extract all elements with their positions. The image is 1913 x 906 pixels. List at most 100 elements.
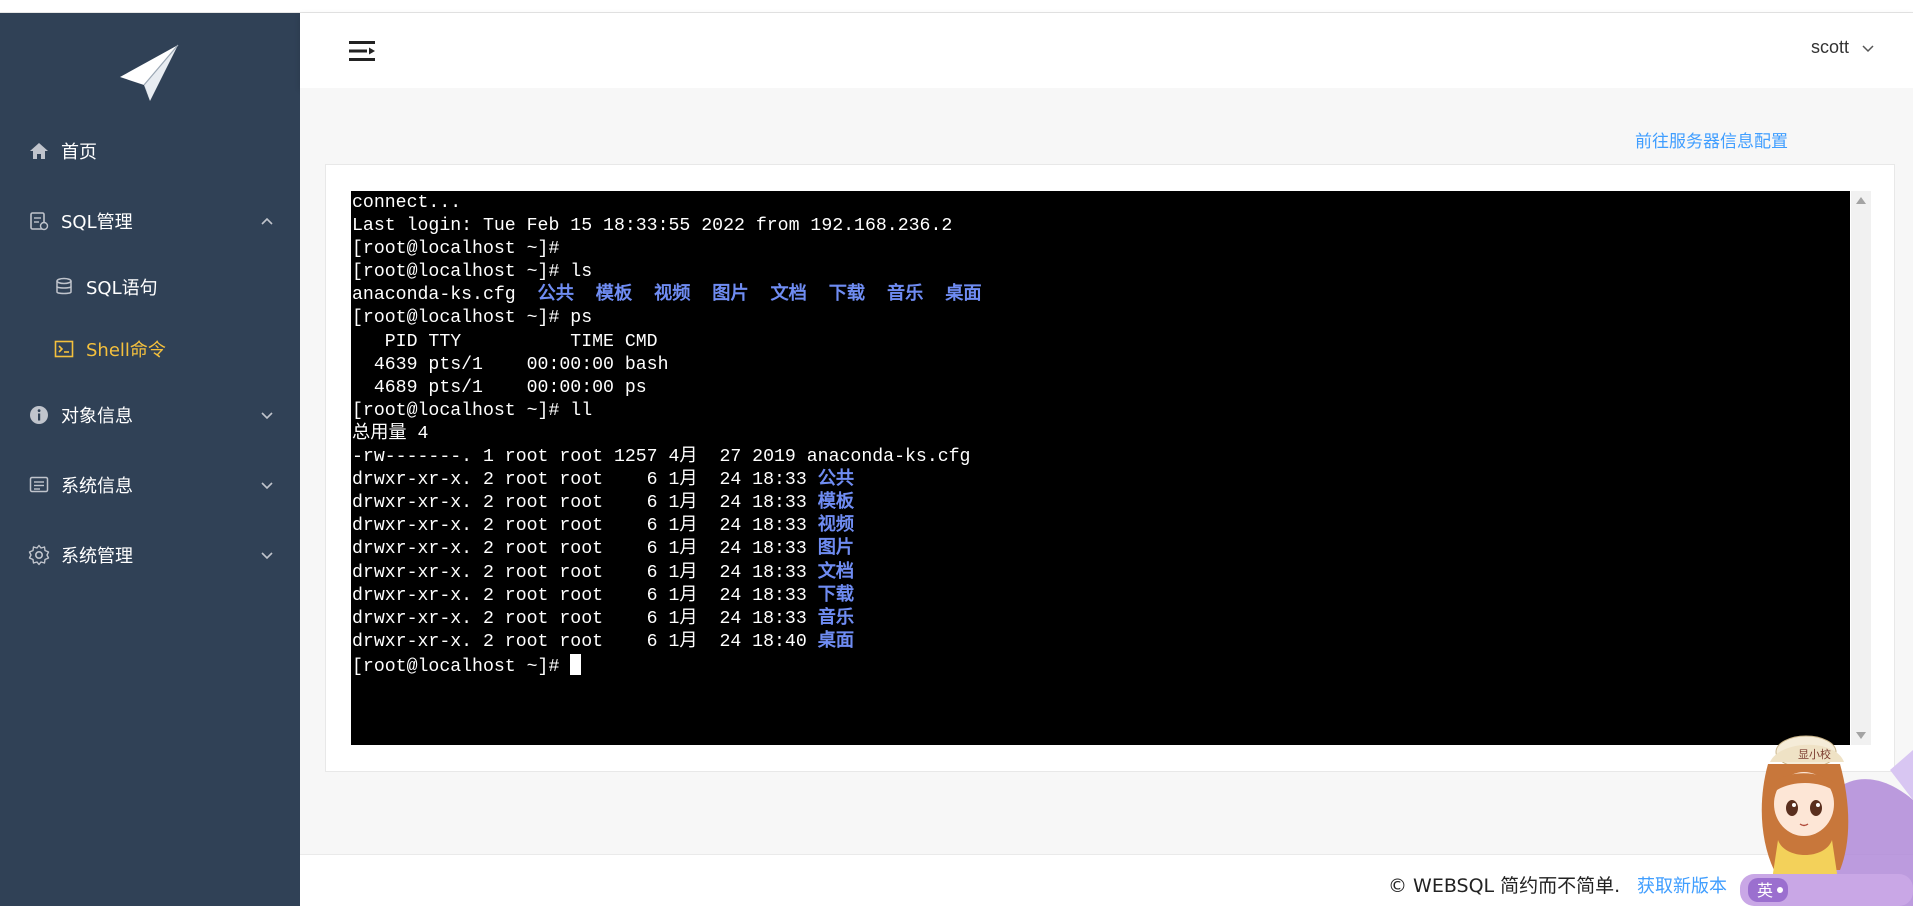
terminal-text: drwxr-xr-x. 2 root root 6 1月 24 18:33 [352,470,818,491]
terminal-text: -rw-------. 1 root root 1257 4月 27 2019 … [352,447,971,468]
terminal-text: connect... [352,193,462,213]
mascot-badge-text: 英 [1757,881,1773,900]
terminal-line: drwxr-xr-x. 2 root root 6 1月 24 18:33 公共 [352,469,1850,492]
terminal-text: drwxr-xr-x. 2 root root 6 1月 24 18:33 [352,516,818,537]
terminal-text: 4689 pts/1 00:00:00 ps [352,377,647,398]
chevron-down-icon [261,552,273,560]
sidebar-item-label: SQL管理 [61,212,133,233]
mascot-character-image[interactable]: 显小校 英 [1740,730,1913,906]
terminal-line: drwxr-xr-x. 2 root root 6 1月 24 18:33 模板 [352,492,1850,515]
terminal-scrollbar[interactable] [1851,191,1871,745]
chevron-down-icon [1862,44,1874,52]
terminal-text: [root@localhost ~]# ls [352,262,593,283]
sidebar-item-label: 系统管理 [61,546,133,567]
top-header: scott [300,13,1913,88]
terminal-line: [root@localhost ~]# ps [352,307,1850,330]
terminal-directory: 视频 [654,285,691,306]
sidebar-item-sql-management[interactable]: SQL管理 [0,201,300,241]
server-config-link[interactable]: 前往服务器信息配置 [1635,127,1788,152]
terminal-directory: 桌面 [817,631,855,652]
terminal-line: [root@localhost ~]# [352,238,1850,261]
terminal-text: 总用量 4 [352,423,429,444]
terminal-directory: 音乐 [886,285,924,306]
terminal-text: [root@localhost ~]# ps [352,308,593,329]
terminal-directory: 图片 [817,539,855,560]
sidebar-item-label: 首页 [61,142,97,163]
terminal-text: drwxr-xr-x. 2 root root 6 1月 24 18:33 [352,493,818,514]
gear-icon [28,544,50,566]
sidebar-item-sql-statement[interactable]: SQL语句 [0,267,300,307]
terminal-directory: 下载 [828,285,866,306]
mascot-hat-text: 显小校 [1798,747,1831,761]
terminal-line: drwxr-xr-x. 2 root root 6 1月 24 18:33 文档 [352,562,1850,585]
terminal-prompt: [root@localhost ~]# [352,656,571,677]
terminal-directory: 公共 [817,470,855,491]
sidebar-item-label: SQL语句 [86,278,158,299]
sidebar-item-object-info[interactable]: 对象信息 [0,395,300,435]
paper-plane-logo [120,44,179,101]
terminal-text: 4639 pts/1 00:00:00 bash [352,354,669,375]
username: scott [1810,37,1849,57]
sidebar-item-home[interactable]: 首页 [0,131,300,171]
terminal-text: [root@localhost ~]# [352,239,560,260]
terminal-directory: 下载 [817,585,855,606]
terminal-directory: 桌面 [945,285,982,306]
terminal-text: drwxr-xr-x. 2 root root 6 1月 24 18:40 [352,631,818,652]
chevron-down-icon [261,412,273,420]
menu-fold-icon[interactable] [348,38,376,64]
terminal-text: anaconda-ks.cfg [352,285,538,306]
terminal-line: [root@localhost ~]# ll [352,400,1850,423]
chevron-down-icon [261,482,273,490]
footer: © WEBSQL 简约而不简单. 获取新版本 [300,854,1913,906]
terminal-directory: 模板 [595,285,633,306]
user-dropdown[interactable]: scott [1811,37,1875,58]
terminal-text: PID TTY TIME CMD [352,331,658,352]
browser-top-strip [0,0,1913,13]
list-icon [28,474,50,496]
terminal-card: connect... Last login: Tue Feb 15 18:33:5… [325,164,1895,772]
terminal-line: 4639 pts/1 00:00:00 bash [352,354,1850,377]
sidebar: 首页 SQL管理 SQL语句 Shell命令 对象信息 系统信息 系统管理 [0,13,300,906]
terminal-line: drwxr-xr-x. 2 root root 6 1月 24 18:40 桌面 [352,631,1850,654]
terminal-icon [53,338,75,360]
terminal-prompt-line: [root@localhost ~]# [352,653,1850,679]
terminal-text: Last login: Tue Feb 15 18:33:55 2022 fro… [352,216,953,237]
home-icon [28,140,50,162]
terminal-line: drwxr-xr-x. 2 root root 6 1月 24 18:33 下载 [352,585,1850,608]
scroll-up-arrow-icon[interactable] [1856,197,1866,204]
sidebar-item-label: 系统信息 [61,476,133,497]
terminal-line: -rw-------. 1 root root 1257 4月 27 2019 … [352,446,1850,469]
terminal-cursor [570,653,582,675]
sidebar-item-shell-command[interactable]: Shell命令 [0,329,300,369]
terminal-text: drwxr-xr-x. 2 root root 6 1月 24 18:33 [352,539,818,560]
terminal-directory: 视频 [817,516,855,537]
shell-terminal[interactable]: connect... Last login: Tue Feb 15 18:33:5… [351,191,1850,745]
terminal-text: drwxr-xr-x. 2 root root 6 1月 24 18:33 [352,608,818,629]
footer-copyright: © WEBSQL 简约而不简单. [1388,875,1621,897]
main-content: 前往服务器信息配置 connect... Last login: Tue Feb … [300,88,1913,854]
terminal-line: Last login: Tue Feb 15 18:33:55 2022 fro… [352,215,1850,238]
terminal-line: anaconda-ks.cfg 公共 模板 视频 图片 文档 下载 音乐 桌面 [352,284,1850,307]
terminal-directory: 文档 [770,285,807,306]
sidebar-item-system-info[interactable]: 系统信息 [0,465,300,505]
terminal-directory: 图片 [712,285,749,306]
get-new-version-link[interactable]: 获取新版本 [1637,872,1727,898]
terminal-line: drwxr-xr-x. 2 root root 6 1月 24 18:33 视频 [352,515,1850,538]
terminal-directory: 音乐 [817,608,855,629]
terminal-text: [root@localhost ~]# ll [352,400,593,421]
terminal-directory: 文档 [817,562,855,583]
terminal-line: drwxr-xr-x. 2 root root 6 1月 24 18:33 图片 [352,538,1850,561]
terminal-directory: 公共 [537,285,574,306]
terminal-line: [root@localhost ~]# ls [352,261,1850,284]
terminal-line: drwxr-xr-x. 2 root root 6 1月 24 18:33 音乐 [352,608,1850,631]
sidebar-item-label: 对象信息 [61,406,133,427]
sidebar-item-system-management[interactable]: 系统管理 [0,535,300,575]
info-icon [28,404,50,426]
